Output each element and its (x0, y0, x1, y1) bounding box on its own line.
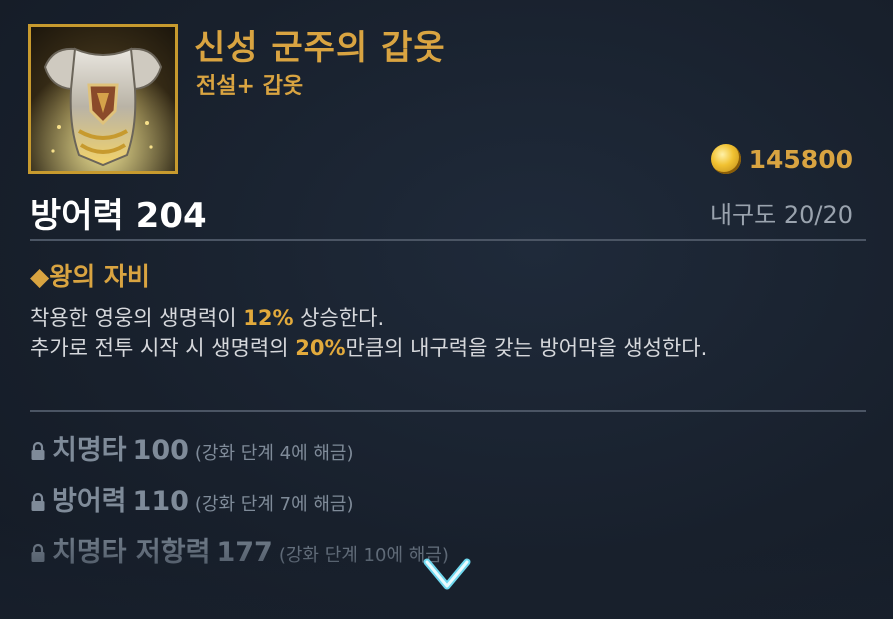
item-type: 전설+ 갑옷 (196, 74, 304, 99)
locked-stat-value: 100 (132, 435, 189, 466)
skill-desc-highlight: 20% (295, 336, 346, 360)
skill-desc-highlight: 12% (243, 306, 294, 330)
locked-stat-row: 치명타 100 (강화 단계 4에 해금) (30, 428, 354, 467)
item-price: 145800 (710, 144, 853, 174)
skill-desc-text: 추가로 전투 시작 시 생명력의 (30, 336, 296, 360)
defense-stat: 방어력 204 (30, 196, 207, 236)
locked-stat-name: 치명타 저항력 (52, 537, 211, 568)
skill-desc-text: 만큼의 내구력을 갖는 방어막을 생성한다. (345, 336, 708, 360)
lock-icon (31, 441, 45, 460)
locked-stat-note: (강화 단계 4에 해금) (194, 443, 354, 464)
skill-description: 착용한 영웅의 생명력이 12% 상승한다. 추가로 전투 시작 시 생명력의 … (30, 303, 860, 363)
divider (30, 239, 866, 241)
locked-stat-row: 방어력 110 (강화 단계 7에 해금) (30, 479, 354, 518)
price-value: 145800 (748, 144, 853, 174)
gold-coin-icon (710, 144, 741, 174)
item-tooltip-panel: 신성 군주의 갑옷 전설+ 갑옷 145800 방어력 204 내구도 20/2… (0, 0, 893, 619)
scroll-down-button[interactable] (422, 556, 472, 592)
skill-desc-text: 착용한 영웅의 생명력이 (30, 306, 244, 330)
divider (30, 410, 866, 412)
chevron-down-icon (423, 558, 471, 590)
locked-stat-note: (강화 단계 7에 해금) (194, 494, 354, 515)
durability-stat: 내구도 20/20 (709, 201, 853, 229)
locked-stat-value: 177 (216, 537, 273, 568)
armor-icon (31, 27, 175, 171)
locked-stat-row: 치명타 저항력 177 (강화 단계 10에 해금) (30, 530, 449, 569)
item-name: 신성 군주의 갑옷 (194, 28, 446, 68)
locked-stat-name: 치명타 (52, 435, 127, 466)
locked-stat-value: 110 (132, 486, 189, 517)
skill-title: ◆왕의 자비 (30, 262, 150, 291)
locked-stat-name: 방어력 (52, 486, 127, 517)
lock-icon (31, 543, 45, 562)
item-portrait (28, 24, 178, 174)
lock-icon (31, 492, 45, 511)
skill-desc-text: 상승한다. (293, 306, 385, 330)
